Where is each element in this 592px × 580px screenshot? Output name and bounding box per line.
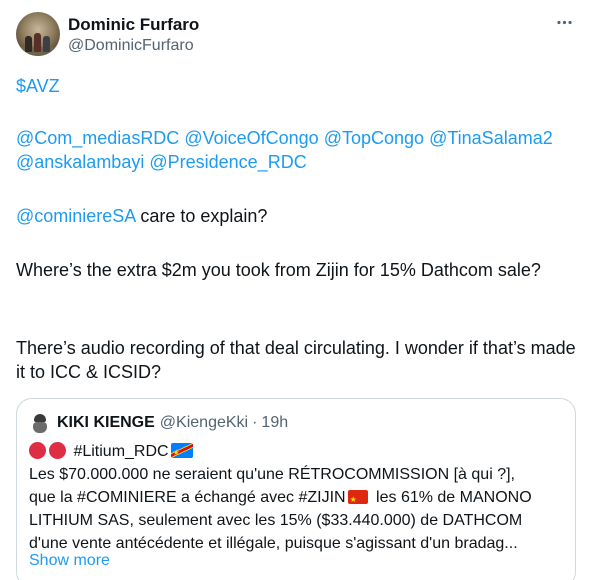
meta-separator: · xyxy=(252,414,258,431)
where-paragraph: Where’s the extra $2m you took from Ziji… xyxy=(16,260,541,280)
red-circle-emoji xyxy=(29,442,46,459)
avatar-figure xyxy=(43,36,50,52)
mention-link[interactable]: @TopCongo xyxy=(324,128,424,148)
avatar-head xyxy=(34,414,46,422)
mention-link[interactable]: @Presidence_RDC xyxy=(149,152,306,172)
mentions-paragraph: @Com_mediasRDC @VoiceOfCongo @TopCongo @… xyxy=(16,126,578,174)
flag-drc-emoji xyxy=(170,441,193,463)
avatar-figure xyxy=(34,33,41,52)
avatar-figure xyxy=(25,36,32,52)
cominiere-paragraph: @cominiereSA care to explain? xyxy=(16,204,267,228)
cashtag-paragraph: $AVZ xyxy=(16,74,60,98)
quoted-tweet-text: #Litium_RDC Les $70.000.000 ne seraient … xyxy=(29,440,567,555)
quote-line: #Litium_RDC xyxy=(29,440,567,463)
tweet-header: Dominic Furfaro @DominicFurfaro xyxy=(16,12,578,60)
mention-link[interactable]: @Com_mediasRDC xyxy=(16,128,179,148)
avatar-body xyxy=(33,422,47,433)
author-avatar[interactable] xyxy=(16,12,60,56)
flag-china-emoji xyxy=(347,488,368,509)
red-circle-emoji xyxy=(49,442,66,459)
quoted-tweet-header: KIKI KIENGE @KiengeKki · 19h xyxy=(29,412,288,434)
mention-link[interactable]: @cominiereSA xyxy=(16,206,135,226)
quote-line: LITHIUM SAS, seulement avec les 15% ($33… xyxy=(29,512,523,529)
quote-line: Les $70.000.000 ne seraient qu'une RÉTRO… xyxy=(29,466,515,483)
more-horizontal-icon[interactable] xyxy=(554,12,574,32)
quote-line-part: que la #COMINIERE a échangé avec #ZIJIN xyxy=(29,489,346,506)
audio-paragraph: There’s audio recording of that deal cir… xyxy=(16,338,576,382)
author-display-name[interactable]: Dominic Furfaro xyxy=(68,15,199,35)
quoted-timestamp: 19h xyxy=(261,414,289,431)
quote-line: que la #COMINIERE a échangé avec #ZIJIN … xyxy=(29,486,567,509)
quoted-author-avatar xyxy=(29,412,51,434)
mention-link[interactable]: @anskalambayi xyxy=(16,152,144,172)
cashtag-link[interactable]: $AVZ xyxy=(16,76,60,96)
cominiere-text: care to explain? xyxy=(135,206,268,226)
quote-line-part: les 61% de MANONO xyxy=(371,489,532,506)
mention-link[interactable]: @VoiceOfCongo xyxy=(184,128,318,148)
quoted-author-handle: @KiengeKki xyxy=(159,414,249,431)
quoted-author-name: KIKI KIENGE xyxy=(57,414,155,431)
mention-link[interactable]: @TinaSalama2 xyxy=(429,128,553,148)
tweet[interactable]: Dominic Furfaro @DominicFurfaro $AVZ @Co… xyxy=(0,0,592,580)
show-more-link[interactable]: Show more xyxy=(29,552,110,570)
quoted-tweet[interactable]: KIKI KIENGE @KiengeKki · 19h #Litium_RDC… xyxy=(16,398,576,580)
author-handle[interactable]: @DominicFurfaro xyxy=(68,37,194,55)
hashtag-text: #Litium_RDC xyxy=(73,443,169,460)
